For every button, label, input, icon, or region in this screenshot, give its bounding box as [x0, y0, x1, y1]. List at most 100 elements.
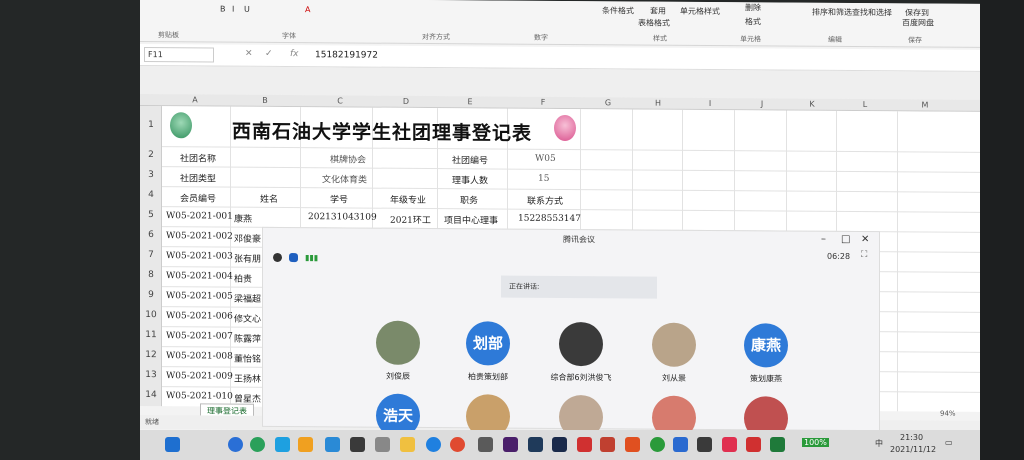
cell-member-id[interactable]: W05-2021-006: [166, 311, 233, 321]
underline-button[interactable]: U: [244, 5, 250, 14]
row-header[interactable]: 11: [140, 330, 162, 340]
club-name-value[interactable]: 棋牌协会: [330, 152, 366, 165]
baidu-netdisk-label[interactable]: 百度网盘: [902, 17, 934, 28]
cell-name[interactable]: 梁福超: [234, 292, 261, 305]
header-position[interactable]: 职务: [460, 193, 478, 206]
cell-member-id[interactable]: W05-2021-002: [166, 231, 233, 241]
col-header[interactable]: B: [255, 96, 275, 105]
formula-input[interactable]: 15182191972: [315, 50, 378, 60]
row-header[interactable]: 8: [140, 270, 162, 280]
row-header[interactable]: 13: [140, 370, 162, 380]
clock-time[interactable]: 21:30: [900, 433, 923, 442]
col-header[interactable]: I: [700, 99, 720, 108]
club-id-label[interactable]: 社团编号: [452, 153, 488, 166]
close-icon[interactable]: ✕: [861, 234, 869, 245]
photoshop-icon[interactable]: [552, 437, 567, 452]
cell-member-id[interactable]: W05-2021-005: [166, 291, 233, 301]
cell-name[interactable]: 柏贵: [234, 272, 252, 285]
col-header[interactable]: K: [802, 100, 822, 109]
cell-position[interactable]: 项目中心理事: [444, 213, 498, 226]
app-icon[interactable]: [673, 437, 688, 452]
folder-icon[interactable]: [400, 437, 415, 452]
confirm-icon[interactable]: ✓: [265, 49, 273, 59]
powerpoint-icon[interactable]: [600, 437, 615, 452]
table-style-button[interactable]: 套用: [650, 6, 666, 17]
col-header[interactable]: L: [855, 100, 875, 109]
col-header[interactable]: J: [752, 99, 772, 108]
col-header[interactable]: E: [460, 97, 480, 106]
cell-name[interactable]: 张有朋: [234, 252, 261, 265]
club-type-label[interactable]: 社团类型: [180, 171, 216, 184]
row-header[interactable]: 9: [140, 290, 162, 300]
bold-button[interactable]: B: [220, 5, 226, 14]
premiere-icon[interactable]: [503, 437, 518, 452]
col-header[interactable]: M: [915, 100, 935, 109]
cell-member-id[interactable]: W05-2021-010: [166, 391, 233, 401]
col-header[interactable]: A: [185, 95, 205, 104]
start-icon[interactable]: [165, 437, 180, 452]
delete-button[interactable]: 删除: [745, 2, 761, 13]
row-header[interactable]: 1: [140, 120, 162, 130]
shield-icon[interactable]: [289, 253, 298, 263]
cell-member-id[interactable]: W05-2021-004: [166, 271, 233, 281]
col-header[interactable]: D: [396, 97, 416, 106]
excel-icon[interactable]: [770, 437, 785, 452]
cell-name[interactable]: 王扬林: [234, 372, 261, 385]
header-contact[interactable]: 联系方式: [527, 194, 563, 207]
app-icon[interactable]: [746, 437, 761, 452]
clock-date[interactable]: 2021/11/12: [890, 445, 936, 454]
fullscreen-icon[interactable]: ⛶: [861, 250, 867, 260]
cell-member-id[interactable]: W05-2021-007: [166, 331, 233, 341]
app-icon[interactable]: [722, 437, 737, 452]
app-icon[interactable]: [298, 437, 313, 452]
col-header[interactable]: H: [648, 99, 668, 108]
cell-student-id[interactable]: 202131043109: [308, 212, 377, 222]
participant-tile[interactable]: 康燕 策划康燕: [711, 323, 821, 394]
row-header[interactable]: 3: [140, 170, 162, 180]
header-grade-major[interactable]: 年级专业: [390, 193, 426, 206]
cell-name[interactable]: 邓俊豪: [234, 232, 261, 245]
italic-button[interactable]: I: [232, 5, 234, 14]
cell-name[interactable]: 董怡铭: [234, 352, 261, 365]
conditional-format-button[interactable]: 条件格式: [602, 5, 634, 16]
club-id-value[interactable]: W05: [535, 154, 556, 164]
cancel-icon[interactable]: ✕: [245, 49, 253, 59]
maximize-icon[interactable]: □: [841, 234, 850, 245]
zoom-level[interactable]: 94%: [940, 407, 956, 421]
app-icon[interactable]: [275, 437, 290, 452]
cell-member-id[interactable]: W05-2021-003: [166, 251, 233, 261]
app-icon[interactable]: [250, 437, 265, 452]
col-header[interactable]: C: [330, 96, 350, 105]
row-header[interactable]: 14: [140, 390, 162, 400]
cell-name[interactable]: 康燕: [234, 212, 252, 225]
find-select-button[interactable]: 查找和选择: [852, 7, 892, 18]
info-icon[interactable]: [273, 252, 282, 262]
board-count-value[interactable]: 15: [538, 174, 549, 184]
cell-name[interactable]: 陈露萍: [234, 332, 261, 345]
cell-member-id[interactable]: W05-2021-009: [166, 371, 233, 381]
row-header[interactable]: 6: [140, 230, 162, 240]
font-color-button[interactable]: A: [305, 5, 310, 14]
row-header[interactable]: 10: [140, 310, 162, 320]
row-header[interactable]: 12: [140, 350, 162, 360]
header-name[interactable]: 姓名: [260, 192, 278, 205]
sort-filter-button[interactable]: 排序和筛选: [812, 7, 852, 18]
club-name-label[interactable]: 社团名称: [180, 151, 216, 164]
row-header[interactable]: 7: [140, 250, 162, 260]
acrobat-icon[interactable]: [577, 437, 592, 452]
language-indicator[interactable]: 中: [875, 438, 883, 449]
edge-icon[interactable]: [426, 437, 441, 452]
format-button[interactable]: 格式: [745, 16, 761, 27]
audition-icon[interactable]: [528, 437, 543, 452]
cell-name[interactable]: 修文心: [234, 312, 261, 325]
row-header[interactable]: 5: [140, 210, 162, 220]
wechat-icon[interactable]: [650, 437, 665, 452]
cell-member-id[interactable]: W05-2021-001: [166, 211, 233, 221]
row-header[interactable]: 4: [140, 190, 162, 200]
row-header[interactable]: 2: [140, 150, 162, 160]
app-icon[interactable]: [325, 437, 340, 452]
app-icon[interactable]: [350, 437, 365, 452]
cell-member-id[interactable]: W05-2021-008: [166, 351, 233, 361]
cell-contact[interactable]: 15228553147: [518, 214, 581, 224]
app-icon[interactable]: [478, 437, 493, 452]
